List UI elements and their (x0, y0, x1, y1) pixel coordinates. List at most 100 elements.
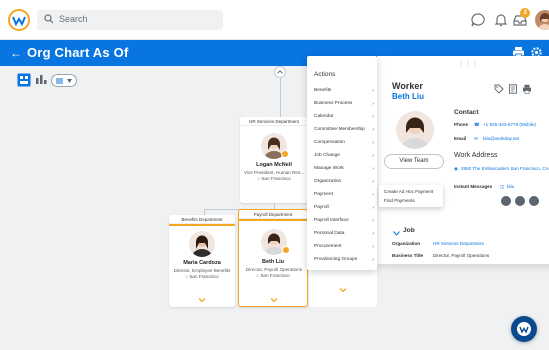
card-department: Benefits Department (169, 215, 235, 224)
card-location: ○ San Francisco (256, 273, 290, 278)
print-icon[interactable] (522, 84, 532, 94)
card-role: Director, Payroll Operations (245, 267, 303, 272)
workday-logo-icon[interactable] (8, 9, 30, 31)
organization-value[interactable]: HR Services Department (433, 241, 484, 246)
actions-item-provisioning-groups[interactable]: Provisioning Groups › (314, 257, 374, 263)
actions-item-payroll-interface[interactable]: Payroll Interface › (314, 218, 374, 224)
actions-item-payroll[interactable]: Payroll › (314, 205, 374, 211)
actions-item-label: Payroll Interface (314, 218, 349, 223)
chevron-right-icon: › (372, 179, 374, 185)
card-badge (282, 246, 290, 254)
worker-name[interactable]: Beth Liu (392, 92, 424, 101)
organization-label: Organization (392, 241, 421, 246)
business-title-label: Business Title (392, 253, 424, 258)
actions-item-business-process[interactable]: Business Process › (314, 101, 374, 107)
contact-title: Contact (454, 109, 479, 116)
actions-item-compensation[interactable]: Compensation › (314, 140, 374, 146)
tag-icon[interactable] (494, 84, 504, 94)
workday-logo-icon (517, 322, 531, 336)
actions-item-personal-data[interactable]: Personal Data › (314, 231, 374, 237)
workday-assistant-button[interactable] (511, 316, 537, 342)
actions-item-label: Organization (314, 179, 342, 184)
card-name: Beth Liu (262, 259, 284, 265)
actions-item-benefits[interactable]: Benefits › (314, 88, 374, 94)
instant-messages-value[interactable]: bliu (507, 184, 514, 189)
org-card-beth-liu[interactable]: Payroll Department Beth Liu Director, Pa… (238, 209, 308, 307)
payment-submenu: Create Ad Hoc Payment Find Payments (379, 185, 443, 207)
document-icon[interactable] (508, 84, 518, 94)
collapse-up-button[interactable] (274, 66, 286, 78)
facebook-icon[interactable] (501, 196, 511, 206)
chevron-right-icon: › (372, 218, 374, 224)
actions-item-manage-work[interactable]: Manage Work › (314, 166, 374, 172)
avatar[interactable] (535, 10, 549, 30)
tree-view-icon[interactable] (34, 73, 48, 87)
card-badge (281, 150, 289, 158)
chevron-down-icon (67, 79, 72, 83)
actions-item-payment[interactable]: Payment › (314, 192, 374, 198)
work-address-value[interactable]: 2950 The Embarcadero San Francisco, CA (461, 166, 549, 171)
org-card-maria-cardoza[interactable]: Benefits Department Maria Cardoza Direct… (169, 215, 235, 307)
page-title: Org Chart As Of (27, 45, 129, 60)
chevron-right-icon: › (372, 127, 374, 133)
drag-handle-icon[interactable]: ⋮⋮⋮ (458, 60, 479, 67)
search-icon (44, 14, 54, 24)
phone-icon: ☎ (474, 122, 480, 127)
actions-item-procurement[interactable]: Procurement › (314, 244, 374, 250)
actions-item-label: Payroll (314, 205, 329, 210)
actions-item-label: Compensation (314, 140, 345, 145)
worker-photo (396, 111, 434, 149)
work-address-title: Work Address (454, 152, 498, 159)
chevron-right-icon: › (372, 192, 374, 198)
org-card-logan-mcneil[interactable]: HR Services Department Logan McNeil Vice… (240, 117, 308, 203)
actions-item-label: Provisioning Groups (314, 257, 358, 262)
email-value[interactable]: bliu@workday.net (483, 136, 519, 141)
top-bar: Search 3 (0, 0, 549, 40)
chat-icon: ◫ (500, 184, 505, 189)
actions-item-label: Job Change (314, 153, 340, 158)
actions-item-label: Payment (314, 192, 333, 197)
phone-label: Phone (454, 122, 469, 127)
bell-icon[interactable] (493, 12, 509, 28)
card-name: Maria Cardoza (183, 260, 221, 266)
chevron-down-icon[interactable] (270, 296, 278, 304)
actions-item-label: Committee Membership (314, 127, 365, 132)
view-team-button[interactable]: View Team (384, 154, 444, 169)
worker-label: Worker (392, 81, 423, 91)
linkedin-icon[interactable] (515, 196, 525, 206)
chevron-right-icon: › (372, 101, 374, 107)
chevron-right-icon: › (372, 257, 374, 263)
actions-item-label: Manage Work (314, 166, 344, 171)
actions-item-calendar[interactable]: Calendar › (314, 114, 374, 120)
phone-value[interactable]: +1 925-443-6779 (Mobile) (483, 122, 536, 127)
search-input[interactable]: Search (37, 10, 223, 30)
actions-item-committee-membership[interactable]: Committee Membership › (314, 127, 374, 133)
submenu-item-create-ad-hoc-payment[interactable]: Create Ad Hoc Payment (384, 189, 433, 194)
actions-title: Actions (314, 71, 336, 78)
back-arrow-icon[interactable]: ← (10, 46, 22, 60)
email-label: Email (454, 136, 467, 141)
actions-menu: Actions Benefits › Business Process › Cale… (307, 56, 377, 270)
chevron-right-icon: › (372, 114, 374, 120)
inbox-count-badge: 3 (520, 8, 530, 18)
connector-line (280, 78, 281, 118)
actions-item-organization[interactable]: Organization › (314, 179, 374, 185)
filter-dropdown[interactable] (51, 74, 77, 87)
chat-icon[interactable] (470, 12, 486, 28)
map-pin-icon: ◉ (454, 166, 459, 171)
business-title-value: Director, Payroll Operations (433, 253, 490, 258)
chevron-down-icon[interactable] (393, 231, 400, 236)
actions-item-job-change[interactable]: Job Change › (314, 153, 374, 159)
actions-item-label: Procurement (314, 244, 342, 249)
twitter-icon[interactable] (529, 196, 539, 206)
submenu-item-find-payments[interactable]: Find Payments (384, 198, 415, 203)
card-location-text: San Francisco (261, 176, 291, 181)
chevron-down-icon[interactable] (198, 296, 206, 304)
card-view-icon[interactable] (17, 73, 31, 87)
actions-item-label: Business Process (314, 101, 353, 106)
actions-item-label: Personal Data (314, 231, 345, 236)
list-icon (56, 78, 63, 84)
chevron-down-icon[interactable] (339, 286, 347, 294)
card-location-text: San Francisco (260, 273, 290, 278)
chevron-right-icon: › (372, 88, 374, 94)
